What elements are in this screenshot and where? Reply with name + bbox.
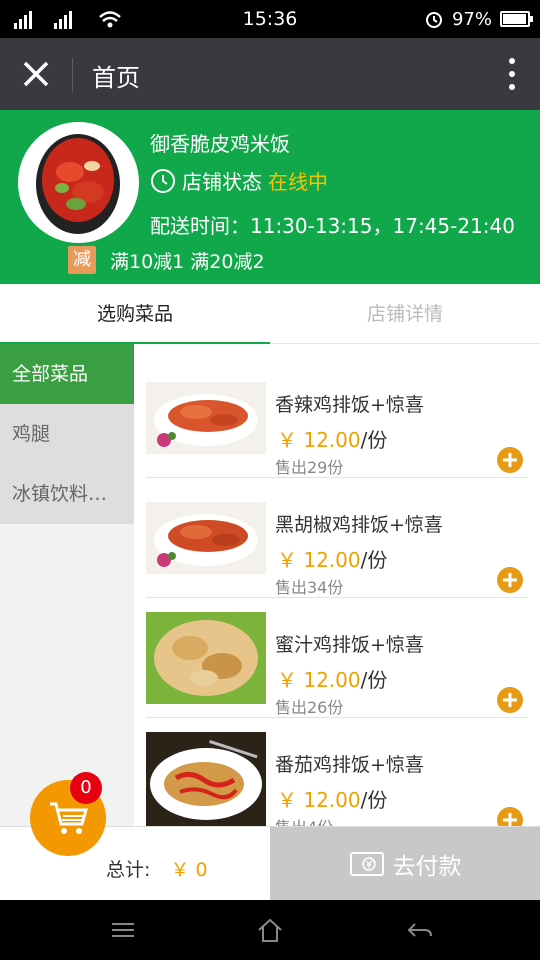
total-amount: ￥ 0 — [170, 859, 208, 881]
shop-logo — [18, 122, 139, 243]
page-title: 首页 — [92, 64, 140, 92]
dish-price: ￥ 12.00/份 — [277, 668, 388, 692]
battery-icon — [500, 11, 533, 27]
close-icon[interactable] — [14, 52, 58, 96]
dish-item[interactable]: 黑胡椒鸡排饭+惊喜 ￥ 12.00/份 售出34份 — [146, 478, 528, 598]
shop-status-label: 店铺状态 — [182, 170, 262, 194]
pay-label: 去付款 — [392, 854, 462, 880]
dish-item[interactable]: 蜜汁鸡排饭+惊喜 ￥ 12.00/份 售出26份 — [146, 598, 528, 718]
tab-menu[interactable]: 选购菜品 — [0, 284, 270, 344]
category-iced-drinks[interactable]: 冰镇饮料… — [0, 464, 134, 524]
dish-name: 香辣鸡排饭+惊喜 — [275, 394, 424, 416]
dish-image — [146, 732, 266, 826]
promo: 减 满10减1 满20减2 — [68, 246, 265, 274]
add-icon[interactable] — [496, 806, 524, 826]
dish-sold: 售出4份 — [275, 814, 333, 826]
dish-price: ￥ 12.00/份 — [277, 428, 388, 452]
dish-name: 番茄鸡排饭+惊喜 — [275, 754, 424, 776]
wallet-icon — [349, 852, 384, 876]
dish-item[interactable]: 番茄鸡排饭+惊喜 ￥ 12.00/份 售出4份 — [146, 718, 528, 826]
dish-sold: 售出29份 — [275, 458, 344, 477]
home-icon[interactable] — [255, 916, 285, 944]
title-bar: 首页 — [0, 38, 540, 110]
dish-image — [146, 382, 266, 454]
clock-icon — [151, 168, 175, 193]
status-bar: 15:36 97% — [0, 0, 540, 38]
alarm-icon — [425, 12, 442, 28]
dish-price: ￥ 12.00/份 — [277, 548, 388, 572]
total-label: 总计: — [106, 859, 151, 881]
promo-badge: 减 — [68, 246, 96, 274]
add-icon[interactable] — [496, 686, 524, 714]
cart-count-badge: 0 — [70, 772, 102, 804]
battery-percent: 97% — [451, 8, 492, 30]
dish-sold: 售出26份 — [275, 698, 344, 717]
tabs: 选购菜品 店铺详情 — [0, 284, 540, 344]
category-sidebar: 全部菜品 鸡腿 冰镇饮料… — [0, 344, 134, 826]
promo-text: 满10减1 满20减2 — [110, 250, 265, 273]
dish-image — [146, 502, 266, 574]
shop-name: 御香脆皮鸡米饭 — [150, 132, 290, 156]
more-icon[interactable] — [506, 56, 518, 92]
back-icon[interactable] — [405, 916, 435, 944]
delivery-time: 配送时间：11:30-13:15，17:45-21:40 — [150, 214, 515, 238]
dish-price: ￥ 12.00/份 — [277, 788, 388, 812]
category-chicken-leg[interactable]: 鸡腿 — [0, 404, 134, 464]
dish-image — [146, 612, 266, 704]
shop-header: 御香脆皮鸡米饭 店铺状态 在线中 配送时间：11:30-13:15，17:45-… — [0, 110, 540, 284]
category-all[interactable]: 全部菜品 — [0, 344, 134, 404]
divider — [72, 58, 73, 92]
dish-item[interactable]: 香辣鸡排饭+惊喜 ￥ 12.00/份 售出29份 — [146, 358, 528, 478]
add-icon[interactable] — [496, 446, 524, 474]
dish-name: 黑胡椒鸡排饭+惊喜 — [275, 514, 443, 536]
dish-name: 蜜汁鸡排饭+惊喜 — [275, 634, 424, 656]
system-nav-bar — [0, 900, 540, 960]
pay-button[interactable]: 去付款 — [270, 827, 540, 901]
shop-status-value: 在线中 — [268, 170, 328, 194]
tab-shop-details[interactable]: 店铺详情 — [270, 284, 540, 344]
dish-list: 香辣鸡排饭+惊喜 ￥ 12.00/份 售出29份 黑胡椒鸡排饭+惊喜 ￥ 12.… — [134, 344, 540, 826]
menu-icon[interactable] — [108, 916, 138, 944]
dish-sold: 售出34份 — [275, 578, 344, 597]
shop-status: 店铺状态 在线中 — [150, 166, 328, 195]
cart-total: 总计: ￥ 0 — [106, 855, 208, 882]
add-icon[interactable] — [496, 566, 524, 594]
